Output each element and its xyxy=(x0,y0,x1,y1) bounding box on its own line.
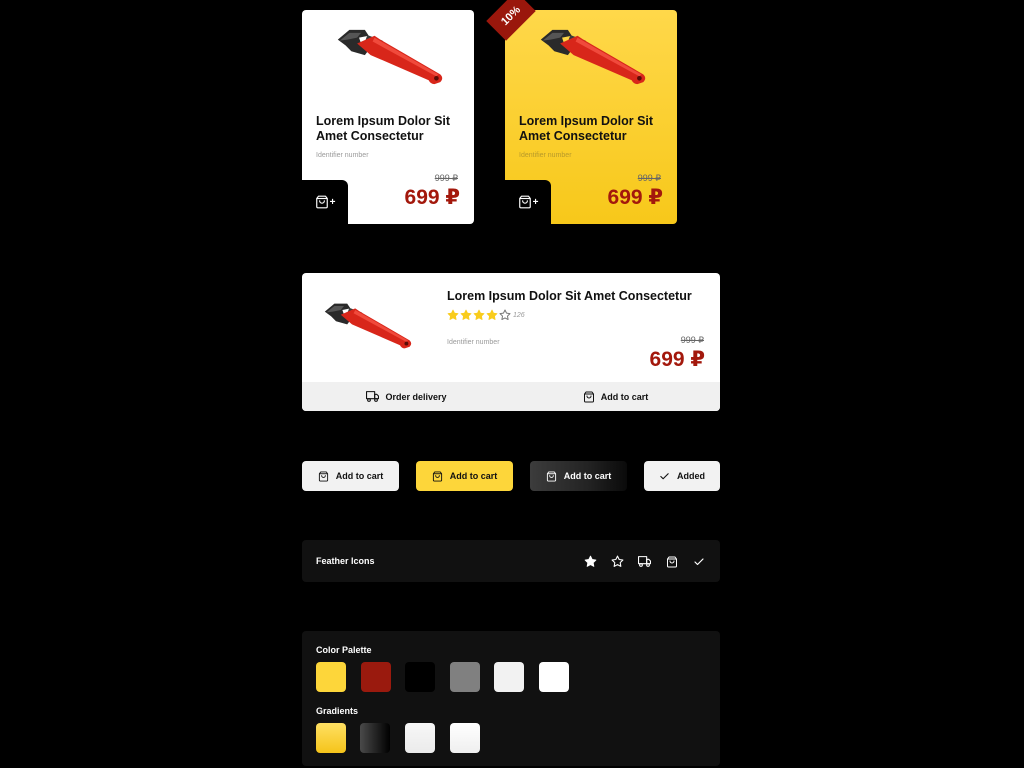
truck-icon xyxy=(366,390,379,403)
shopping-bag-icon xyxy=(546,471,557,482)
pipe-wrench-image xyxy=(332,26,448,88)
add-to-cart-label: Add to cart xyxy=(600,391,649,402)
pipe-wrench-image xyxy=(320,299,416,353)
star-icon xyxy=(610,554,625,569)
card-action-bar: Order delivery Add to cart xyxy=(302,382,720,411)
button-label: Add to cart xyxy=(449,471,498,481)
add-to-cart-button-yellow[interactable]: Add to cart xyxy=(416,461,513,491)
add-to-cart-button-dark[interactable]: Add to cart xyxy=(530,461,627,491)
button-label: Add to cart xyxy=(563,471,612,481)
dark-gradient-swatch xyxy=(360,723,390,753)
order-delivery-button[interactable]: Order delivery xyxy=(302,382,511,411)
shopping-bag-icon xyxy=(315,195,329,209)
check-icon xyxy=(691,554,706,569)
plus-sign: + xyxy=(532,196,539,208)
product-title: Lorem Ipsum Dolor Sit Amet Consectetur xyxy=(447,289,692,303)
truck-icon xyxy=(637,554,652,569)
icon-row xyxy=(583,554,706,569)
shopping-bag-icon xyxy=(664,554,679,569)
color-swatch xyxy=(494,662,524,692)
add-to-cart-button-white[interactable]: Add to cart xyxy=(302,461,399,491)
old-price: 999 ₽ xyxy=(637,173,661,183)
identifier-number: Identifier number xyxy=(316,152,369,159)
white-gradient-swatch xyxy=(450,723,480,753)
light-gradient-swatch xyxy=(405,723,435,753)
color-swatch xyxy=(405,662,435,692)
button-label: Add to cart xyxy=(335,471,384,481)
star-filled-icon xyxy=(473,309,485,321)
button-label: Added xyxy=(677,471,705,481)
check-icon xyxy=(659,471,670,482)
star-filled-icon xyxy=(460,309,472,321)
old-price: 999 ₽ xyxy=(680,335,704,345)
star-rating xyxy=(447,309,511,321)
gradients-label: Gradients xyxy=(316,706,359,716)
add-to-cart-button[interactable]: + xyxy=(505,180,551,224)
old-price: 999 ₽ xyxy=(434,173,458,183)
add-to-cart-button[interactable]: + xyxy=(302,180,348,224)
shopping-bag-icon xyxy=(318,471,329,482)
product-title: Lorem Ipsum Dolor Sit Amet Consectetur xyxy=(316,114,451,143)
price: 699 ₽ xyxy=(607,186,663,209)
identifier-number: Identifier number xyxy=(447,339,500,346)
color-swatch xyxy=(449,662,480,692)
star-icon xyxy=(499,309,511,321)
added-button[interactable]: Added xyxy=(644,461,720,491)
shopping-bag-icon xyxy=(518,195,532,209)
pipe-wrench-image xyxy=(535,26,651,88)
product-title: Lorem Ipsum Dolor Sit Amet Consectetur xyxy=(519,114,654,143)
color-swatch xyxy=(316,662,346,692)
color-palette-panel: Color Palette Gradients xyxy=(302,631,720,766)
identifier-number: Identifier number xyxy=(519,152,572,159)
discount-label: 10% xyxy=(498,3,524,29)
product-card-wide[interactable]: Lorem Ipsum Dolor Sit Amet Consectetur 1… xyxy=(302,273,720,411)
shopping-bag-icon xyxy=(583,391,595,403)
color-swatch xyxy=(360,662,391,692)
review-count: 126 xyxy=(513,312,525,319)
price: 699 ₽ xyxy=(404,186,460,209)
product-card-yellow[interactable]: Lorem Ipsum Dolor Sit Amet Consectetur I… xyxy=(505,10,677,224)
product-card-white[interactable]: Lorem Ipsum Dolor Sit Amet Consectetur I… xyxy=(302,10,474,224)
color-swatch xyxy=(538,662,569,692)
add-to-cart-button[interactable]: Add to cart xyxy=(511,382,720,411)
shopping-bag-icon xyxy=(432,471,443,482)
star-filled-icon xyxy=(583,554,598,569)
panel-label: Feather Icons xyxy=(316,556,375,566)
star-filled-icon xyxy=(486,309,498,321)
plus-sign: + xyxy=(329,196,336,208)
color-palette-label: Color Palette xyxy=(316,645,372,655)
price: 699 ₽ xyxy=(649,348,705,371)
order-delivery-label: Order delivery xyxy=(385,391,447,402)
star-filled-icon xyxy=(447,309,459,321)
feather-icons-panel: Feather Icons xyxy=(302,540,720,582)
yellow-gradient-swatch xyxy=(316,723,346,753)
